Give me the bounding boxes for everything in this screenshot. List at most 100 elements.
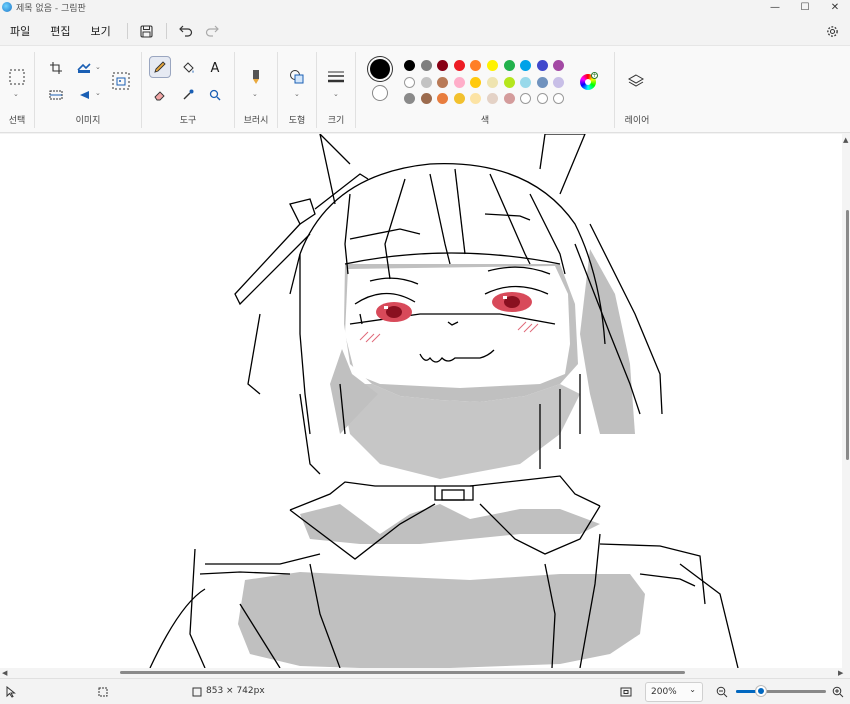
color-swatch[interactable] bbox=[520, 60, 532, 71]
color-swatch[interactable] bbox=[437, 93, 449, 104]
color-swatch[interactable] bbox=[536, 76, 548, 88]
color-swatch[interactable] bbox=[536, 93, 548, 104]
color-swatch[interactable] bbox=[453, 93, 465, 104]
chevron-down-icon[interactable]: ⌄ bbox=[95, 89, 101, 97]
brushes-group-label: 브러시 bbox=[243, 116, 269, 126]
chevron-down-icon[interactable]: ⌄ bbox=[95, 63, 101, 71]
shapes-group-label: 도형 bbox=[288, 116, 306, 126]
color-swatch[interactable] bbox=[420, 60, 432, 71]
menu-file[interactable]: 파일 bbox=[0, 18, 40, 44]
zoom-slider-thumb[interactable] bbox=[756, 686, 766, 696]
flip-tool[interactable] bbox=[45, 84, 67, 106]
scroll-left-arrow-icon[interactable]: ◀ bbox=[2, 669, 7, 677]
color-swatch[interactable] bbox=[453, 76, 465, 88]
chevron-down-icon[interactable]: ⌄ bbox=[252, 90, 258, 98]
menu-separator bbox=[165, 23, 167, 39]
chevron-down-icon[interactable]: ⌄ bbox=[333, 90, 339, 98]
pencil-tool[interactable] bbox=[149, 56, 171, 78]
minimize-button[interactable]: — bbox=[760, 0, 790, 14]
chevron-down-icon[interactable]: ⌄ bbox=[294, 90, 300, 98]
color-swatch[interactable] bbox=[470, 93, 482, 104]
image-select-tool[interactable] bbox=[110, 70, 132, 92]
eyedropper-icon bbox=[183, 89, 194, 100]
undo-button[interactable] bbox=[173, 18, 199, 44]
close-button[interactable]: ✕ bbox=[820, 0, 850, 14]
colors-group-label: 색 bbox=[480, 116, 490, 126]
selection-size-icon bbox=[98, 687, 108, 697]
color-picker-tool[interactable] bbox=[177, 84, 199, 106]
color-swatch[interactable] bbox=[487, 76, 498, 88]
colors-group: + 색 bbox=[356, 46, 614, 134]
color-swatch[interactable] bbox=[437, 60, 449, 71]
chevron-down-icon[interactable]: ⌄ bbox=[13, 90, 19, 98]
horizontal-scroll-thumb[interactable] bbox=[120, 671, 685, 674]
text-tool[interactable]: A bbox=[204, 57, 226, 79]
color-swatch[interactable] bbox=[404, 76, 415, 88]
text-icon: A bbox=[210, 60, 220, 76]
fit-to-window-icon[interactable] bbox=[620, 686, 632, 698]
shapes-button[interactable] bbox=[286, 66, 308, 88]
color-swatch[interactable] bbox=[437, 76, 449, 88]
tools-group-label: 도구 bbox=[179, 116, 197, 126]
color-swatch[interactable] bbox=[503, 60, 515, 71]
shapes-group: ⌄ 도형 bbox=[278, 46, 316, 134]
settings-button[interactable] bbox=[820, 18, 844, 44]
save-icon bbox=[140, 24, 153, 38]
scroll-up-arrow-icon[interactable]: ▲ bbox=[843, 136, 848, 144]
color-swatch[interactable] bbox=[536, 60, 548, 71]
vertical-scrollbar[interactable]: ▲ bbox=[842, 134, 850, 668]
image-select-icon bbox=[112, 72, 130, 90]
crop-tool[interactable] bbox=[45, 57, 67, 79]
window-controls: — ☐ ✕ bbox=[760, 0, 850, 14]
brushes-button[interactable] bbox=[245, 66, 267, 88]
menu-view[interactable]: 보기 bbox=[81, 18, 121, 44]
color-swatch[interactable] bbox=[487, 93, 498, 104]
color-swatch[interactable] bbox=[470, 60, 482, 71]
color-swatch[interactable] bbox=[487, 60, 498, 71]
image-group-label: 이미지 bbox=[75, 116, 101, 126]
size-button[interactable] bbox=[325, 66, 347, 88]
secondary-color[interactable] bbox=[372, 85, 388, 101]
title-bar: 제목 없음 - 그림판 — ☐ ✕ bbox=[0, 0, 850, 14]
flip-grid-icon bbox=[49, 90, 63, 100]
drawing-canvas[interactable] bbox=[0, 134, 850, 668]
magnifier-tool[interactable] bbox=[204, 84, 226, 106]
primary-color[interactable] bbox=[370, 59, 390, 79]
horizontal-scrollbar[interactable]: ◀ ▶ bbox=[0, 668, 850, 678]
zoom-out-icon[interactable] bbox=[716, 686, 728, 698]
color-swatch[interactable] bbox=[553, 93, 565, 104]
color-swatch[interactable] bbox=[404, 60, 415, 71]
color-swatch[interactable] bbox=[520, 76, 532, 88]
crop-icon bbox=[50, 62, 62, 74]
scroll-right-arrow-icon[interactable]: ▶ bbox=[838, 669, 843, 677]
eraser-tool[interactable] bbox=[149, 84, 171, 106]
color-swatch[interactable] bbox=[503, 93, 515, 104]
menu-edit[interactable]: 편집 bbox=[40, 18, 80, 44]
color-swatch[interactable] bbox=[553, 60, 565, 71]
gear-icon bbox=[826, 25, 838, 37]
maximize-button[interactable]: ☐ bbox=[790, 0, 820, 14]
color-swatch[interactable] bbox=[420, 76, 432, 88]
layers-button[interactable] bbox=[625, 70, 647, 92]
color-swatch[interactable] bbox=[470, 76, 482, 88]
zoom-dropdown[interactable]: 200% ⌄ bbox=[645, 682, 703, 702]
vertical-scroll-thumb[interactable] bbox=[846, 210, 849, 460]
color-swatch[interactable] bbox=[503, 76, 515, 88]
color-swatch[interactable] bbox=[453, 60, 465, 71]
redo-button[interactable] bbox=[199, 18, 225, 44]
resize-tool[interactable] bbox=[73, 57, 95, 79]
color-swatch[interactable] bbox=[420, 93, 432, 104]
color-swatch[interactable] bbox=[553, 76, 565, 88]
zoom-in-icon[interactable] bbox=[832, 686, 844, 698]
line-width-icon bbox=[328, 71, 344, 83]
color-swatch[interactable] bbox=[520, 93, 532, 104]
redo-icon bbox=[205, 25, 219, 37]
selection-tool[interactable] bbox=[6, 66, 28, 88]
rotate-icon bbox=[80, 91, 89, 99]
rotate-tool[interactable] bbox=[73, 84, 95, 106]
fill-tool[interactable] bbox=[177, 57, 199, 79]
status-bar: 853 × 742px 200% ⌄ bbox=[0, 678, 850, 704]
ribbon-toolbar: ⌄ 선택 ⌄ ⌄ 이미지 A 도구 ⌄ 브러시 ⌄ 도형 ⌄ 크기 + 색 레이… bbox=[0, 45, 850, 133]
color-swatch[interactable] bbox=[404, 93, 415, 104]
save-button[interactable] bbox=[134, 18, 160, 44]
